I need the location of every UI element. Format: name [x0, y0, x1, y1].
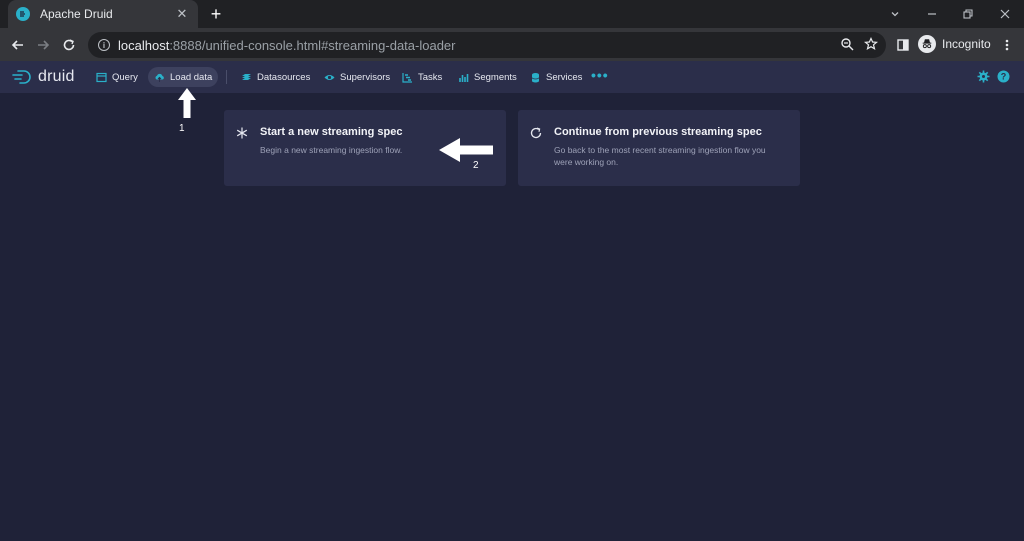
close-tab-icon[interactable]: ✕	[174, 6, 190, 22]
nav-label: Supervisors	[340, 71, 391, 83]
nav-services[interactable]: Services	[524, 67, 588, 87]
back-arrow-icon[interactable]	[7, 34, 29, 56]
settings-gear-icon[interactable]	[977, 70, 990, 83]
card-title: Continue from previous streaming spec	[554, 126, 762, 138]
nav-label: Datasources	[257, 71, 311, 83]
browser-menu-icon[interactable]	[996, 34, 1018, 56]
annotation-step-2: 2	[473, 160, 479, 171]
side-panel-icon[interactable]	[892, 34, 914, 56]
new-tab-button[interactable]: +	[206, 4, 226, 24]
tab-search-icon[interactable]	[877, 0, 913, 28]
nav-label: Tasks	[418, 71, 443, 83]
minimize-icon[interactable]	[914, 0, 950, 28]
site-info-icon[interactable]: i	[98, 39, 110, 51]
annotation-up-arrow-icon	[178, 88, 196, 118]
stacked-bars-icon	[459, 73, 469, 82]
nav-query[interactable]: Query	[90, 67, 144, 87]
nav-label: Segments	[474, 71, 517, 83]
nav-supervisors[interactable]: Supervisors	[318, 67, 396, 87]
druid-logo-icon	[12, 70, 31, 84]
druid-logo[interactable]: druid	[12, 68, 75, 86]
refresh-icon	[530, 127, 542, 139]
eye-icon	[324, 74, 335, 80]
druid-favicon-icon	[16, 7, 30, 21]
nav-label: Query	[112, 71, 138, 83]
url-path: :8888/unified-console.html#streaming-dat…	[169, 37, 456, 53]
asterisk-icon	[236, 127, 248, 139]
annotation-step-1: 1	[179, 123, 185, 134]
restore-icon[interactable]	[950, 0, 986, 28]
database-icon	[242, 73, 251, 80]
query-icon	[96, 72, 107, 82]
zoom-icon[interactable]	[840, 37, 854, 51]
browser-toolbar: i localhost:8888/unified-console.html#st…	[0, 28, 1024, 61]
more-options-icon[interactable]: •••	[591, 67, 609, 83]
logo-text: druid	[38, 68, 75, 85]
continue-previous-streaming-spec-card[interactable]: Continue from previous streaming spec Go…	[518, 110, 800, 186]
reload-icon[interactable]	[58, 34, 80, 56]
nav-datasources[interactable]: Datasources	[235, 67, 316, 87]
help-icon[interactable]: ?	[997, 70, 1010, 83]
window-close-icon[interactable]	[987, 0, 1023, 28]
card-description: Go back to the most recent streaming ing…	[554, 145, 766, 167]
address-bar[interactable]: i localhost:8888/unified-console.html#st…	[88, 32, 886, 58]
cloud-upload-icon	[155, 73, 164, 82]
cylinder-icon	[531, 72, 540, 82]
nav-load-data[interactable]: Load data	[148, 67, 219, 87]
url-host: localhost	[118, 37, 170, 53]
druid-header: druid Query Load data Datasources Superv…	[0, 61, 1024, 93]
nav-label: Load data	[170, 71, 213, 83]
nav-segments[interactable]: Segments	[452, 67, 523, 87]
nav-tasks[interactable]: Tasks	[396, 67, 448, 87]
bookmark-star-icon[interactable]	[864, 37, 878, 51]
browser-tab[interactable]: Apache Druid ✕	[8, 0, 198, 28]
nav-label: Services	[546, 71, 583, 83]
nav-divider	[226, 70, 227, 84]
incognito-profile[interactable]: Incognito	[918, 33, 991, 55]
gantt-icon	[402, 72, 412, 83]
tab-title: Apache Druid	[40, 7, 113, 21]
annotation-left-arrow-icon	[439, 138, 493, 162]
card-title: Start a new streaming spec	[260, 126, 403, 138]
forward-arrow-icon[interactable]	[32, 34, 54, 56]
incognito-icon	[918, 35, 936, 53]
browser-tab-strip: Apache Druid ✕ +	[0, 0, 1024, 28]
svg-text:?: ?	[1001, 72, 1007, 82]
incognito-label: Incognito	[942, 37, 991, 51]
